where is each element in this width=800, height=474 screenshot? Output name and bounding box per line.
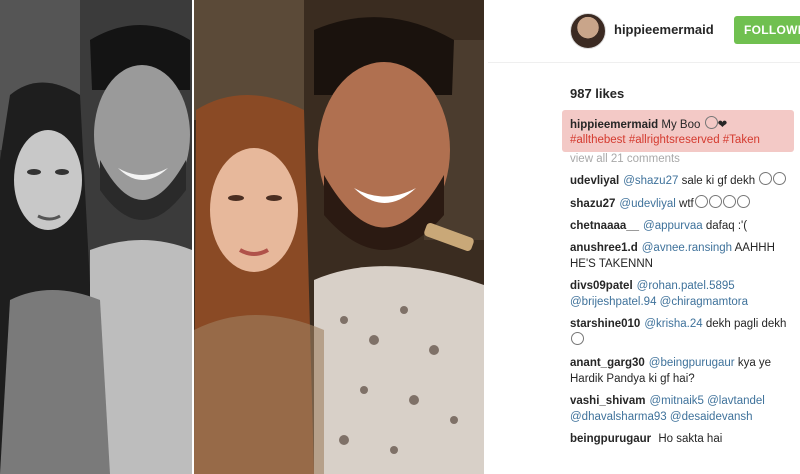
comment: vashi_shivam @mitnaik5 @lavtandel @dhaval…	[570, 393, 796, 425]
screenshot-frame: hippieemermaid FOLLOWING 987 likes hippi…	[0, 0, 800, 474]
comment-text: sale ki gf dekh	[681, 175, 756, 187]
comment-text: dekh pagli dekh	[705, 318, 787, 330]
comment-username[interactable]: anant_garg30	[570, 357, 645, 369]
emoji-icon	[736, 195, 750, 208]
comment-mention[interactable]: @appurvaa	[643, 220, 703, 232]
comment-mention[interactable]: @avnee.ransingh	[642, 242, 732, 254]
comment: divs09patel @rohan.patel.5895 @brijeshpat…	[570, 278, 796, 310]
comment-mention[interactable]: @udevliyal	[619, 198, 675, 210]
emoji-icon	[759, 172, 773, 185]
comment-username[interactable]: udevliyal	[570, 175, 619, 187]
emoji-icon	[708, 195, 722, 208]
comment-text: Ho sakta hai	[658, 433, 723, 445]
comment-mention[interactable]: @krisha.24	[644, 318, 702, 330]
comment-text: dafaq :'(	[705, 220, 748, 232]
panda-emoji-icon	[704, 116, 718, 129]
heart-icon: ❤	[717, 119, 728, 131]
emoji-icon	[722, 195, 736, 208]
comment-username[interactable]: anushree1.d	[570, 242, 638, 254]
comment: beingpurugaur Ho sakta hai	[570, 431, 796, 447]
comment-mention[interactable]: @beingpurugaur	[649, 357, 735, 369]
couple-photo-bw	[0, 0, 192, 474]
comment-username[interactable]: shazu27	[570, 198, 615, 210]
comment: shazu27 @udevliyal wtf	[570, 195, 796, 212]
comment-username[interactable]: starshine010	[570, 318, 640, 330]
comment-mention[interactable]: @shazu27	[623, 175, 678, 187]
comment: chetnaaaa__ @appurvaa dafaq :'(	[570, 218, 796, 234]
comment-username[interactable]: beingpurugaur	[570, 433, 651, 445]
comment-username[interactable]: vashi_shivam	[570, 395, 645, 407]
comment-username[interactable]: divs09patel	[570, 280, 633, 292]
comment-username[interactable]: chetnaaaa__	[570, 220, 639, 232]
header-username[interactable]: hippieemermaid	[614, 22, 714, 37]
likes-count[interactable]: 987 likes	[570, 86, 624, 101]
avatar[interactable]	[570, 13, 606, 49]
view-all-comments-link[interactable]: view all 21 comments	[570, 153, 680, 165]
caption-hashtags[interactable]: #allthebest #allrightsreserved #Taken	[570, 134, 760, 146]
comment: anushree1.d @avnee.ransingh AAHHH HE'S TA…	[570, 240, 796, 272]
couple-photo-bw-art	[0, 0, 192, 474]
comment: anant_garg30 @beingpurugaur kya ye Hardik…	[570, 355, 796, 387]
emoji-icon	[694, 195, 708, 208]
post-header: hippieemermaid FOLLOWING	[488, 0, 800, 63]
couple-photo-color	[194, 0, 484, 474]
emoji-icon	[773, 172, 787, 185]
caption-username[interactable]: hippieemermaid	[570, 119, 658, 131]
caption: hippieemermaid My Boo ❤ #allthebest #all…	[570, 116, 790, 148]
couple-photo-color-art	[194, 0, 484, 474]
caption-text: My Boo	[661, 119, 701, 131]
comment-text: wtf	[679, 198, 694, 210]
following-button[interactable]: FOLLOWING	[734, 16, 800, 44]
instagram-post-panel: hippieemermaid FOLLOWING 987 likes hippi…	[488, 0, 800, 474]
comment: starshine010 @krisha.24 dekh pagli dekh	[570, 316, 796, 349]
comment: udevliyal @shazu27 sale ki gf dekh	[570, 172, 796, 189]
emoji-icon	[571, 332, 584, 345]
comments-list: udevliyal @shazu27 sale ki gf dekh shazu2…	[570, 172, 796, 453]
